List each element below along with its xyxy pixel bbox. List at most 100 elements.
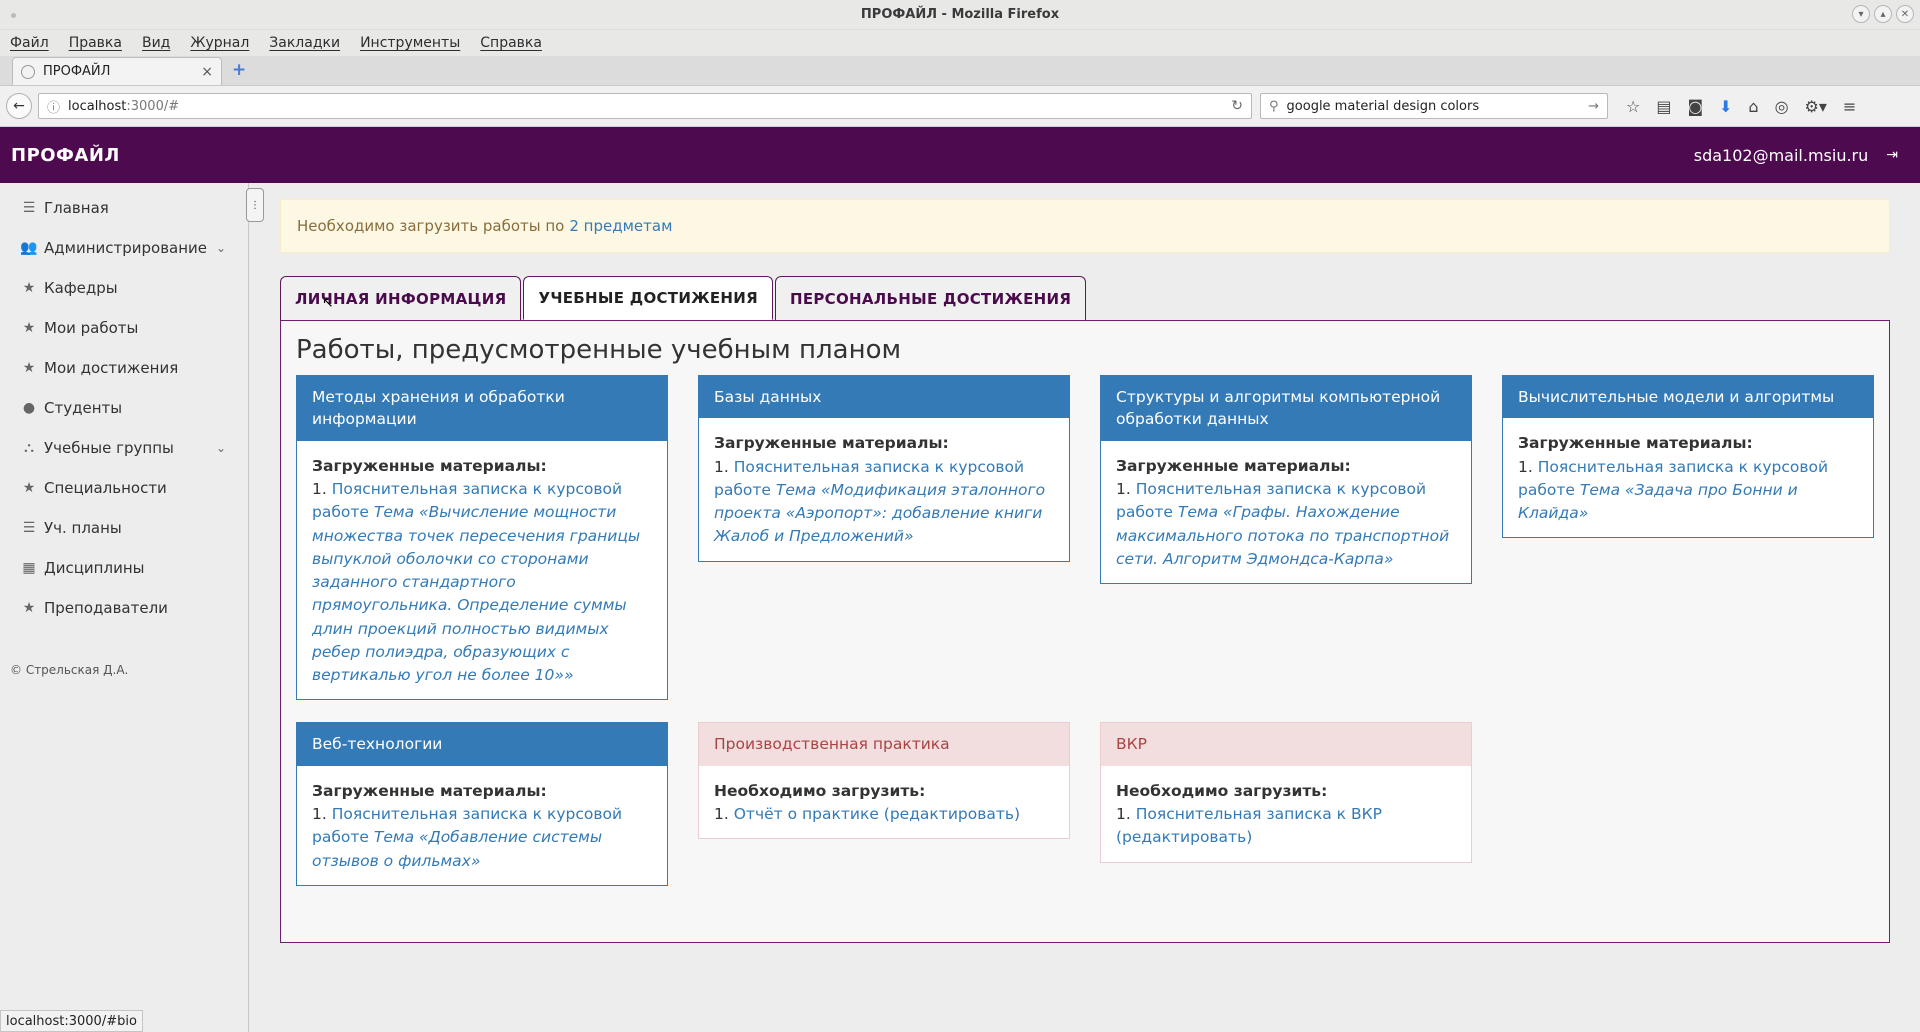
work-card: Веб-технологии Загруженные материалы: 1.…	[296, 722, 668, 886]
close-window-icon[interactable]: ✕	[1896, 5, 1914, 23]
reload-icon[interactable]: ↻	[1231, 98, 1243, 114]
sidebar-item-students[interactable]: ● Студенты	[0, 388, 248, 428]
reading-list-icon[interactable]: ▤	[1656, 97, 1671, 116]
extension-icon[interactable]: ⚙▾	[1805, 97, 1827, 116]
search-go-arrow-icon[interactable]: →	[1588, 99, 1599, 114]
menu-tools[interactable]: Инструменты	[360, 35, 460, 51]
bookmark-star-icon[interactable]: ☆	[1626, 97, 1640, 116]
logout-icon[interactable]: ⇥	[1886, 147, 1898, 163]
chevron-down-icon: ⌄	[215, 441, 226, 455]
status-bar: localhost:3000/#bio	[0, 1010, 143, 1032]
navigation-bar: ← ⓘ localhost:3000/# ↻ ⚲ google material…	[0, 86, 1920, 127]
sidebar-item-label: Дисциплины	[44, 559, 145, 577]
sidebar-item-disciplines[interactable]: ▦ Дисциплины	[0, 548, 248, 588]
menu-view[interactable]: Вид	[142, 35, 170, 51]
url-bar[interactable]: ⓘ localhost:3000/# ↻	[38, 93, 1252, 119]
work-card: Базы данных Загруженные материалы: 1. По…	[698, 375, 1070, 562]
url-host: localhost	[68, 98, 127, 114]
works-grid: Методы хранения и обработки информации З…	[296, 375, 1874, 886]
minimize-icon[interactable]: ▾	[1852, 5, 1870, 23]
tab-academic-achievements[interactable]: Учебные достижения	[523, 276, 773, 320]
maximize-icon[interactable]: ▴	[1874, 5, 1892, 23]
menu-bar: Файл Правка Вид Журнал Закладки Инструме…	[0, 30, 1920, 56]
work-card: Методы хранения и обработки информации З…	[296, 375, 668, 701]
tab-personal-info[interactable]: Личная информация	[280, 276, 522, 320]
pocket-icon[interactable]: ◙	[1687, 97, 1703, 116]
upload-link[interactable]: Пояснительная записка к ВКР (редактирова…	[1116, 805, 1382, 846]
download-arrow-icon[interactable]: ⬇	[1719, 97, 1732, 116]
sidebar-item-departments[interactable]: ★ Кафедры	[0, 268, 248, 308]
sidebar-item-specialties[interactable]: ★ Специальности	[0, 468, 248, 508]
search-icon: ⚲	[1269, 98, 1279, 114]
card-label: Загруженные материалы:	[312, 781, 547, 800]
menu-history[interactable]: Журнал	[190, 35, 249, 51]
menu-bookmarks[interactable]: Закладки	[269, 35, 340, 51]
sidebar-item-label: Специальности	[44, 479, 167, 497]
sidebar-item-label: Администрирование	[44, 239, 208, 257]
sidebar-item-my-achievements[interactable]: ★ Мои достижения	[0, 348, 248, 388]
card-title: Методы хранения и обработки информации	[297, 376, 667, 441]
card-label: Загруженные материалы:	[312, 456, 547, 475]
star-icon: ★	[22, 320, 36, 336]
profile-tabs: Личная информация Учебные достижения Пер…	[280, 276, 1890, 320]
tab-personal-achievements[interactable]: Персональные достижения	[774, 276, 1087, 320]
card-label: Загруженные материалы:	[714, 434, 949, 453]
back-arrow-icon[interactable]: ←	[6, 93, 32, 119]
grid-icon: ▦	[22, 560, 36, 576]
sidebar-item-teachers[interactable]: ★ Преподаватели	[0, 588, 248, 628]
browser-tab-title: ПРОФАЙЛ	[43, 64, 111, 79]
card-title: Вычислительные модели и алгоритмы	[1503, 376, 1873, 419]
hamburger-menu-icon[interactable]: ≡	[1843, 97, 1856, 116]
sidebar-item-label: Студенты	[44, 399, 123, 417]
window-controls: ▾ ▴ ✕	[1852, 5, 1914, 23]
window-title: ПРОФАЙЛ - Mozilla Firefox	[860, 7, 1060, 22]
alert-text: Необходимо загрузить работы по	[297, 217, 565, 235]
tab-panel: Работы, предусмотренные учебным планом М…	[280, 320, 1890, 943]
sidebar-item-administration[interactable]: 👥 Администрирование ⌄	[0, 228, 248, 268]
card-label: Необходимо загрузить:	[1116, 781, 1328, 800]
upload-link[interactable]: Отчёт о практике (редактировать)	[734, 805, 1020, 823]
menu-file[interactable]: Файл	[10, 35, 49, 51]
work-card-pending: Производственная практика Необходимо заг…	[698, 722, 1070, 840]
list-icon: ☰	[22, 200, 36, 216]
browser-tab-bar: ПРОФАЙЛ × +	[0, 56, 1920, 86]
sidebar-item-home[interactable]: ☰ Главная	[0, 188, 248, 228]
main-content: Необходимо загрузить работы по 2 предмет…	[280, 199, 1890, 943]
home-icon[interactable]: ⌂	[1748, 97, 1758, 116]
work-topic[interactable]: Тема «Вычисление мощности множества точе…	[312, 503, 640, 684]
card-title: ВКР	[1101, 723, 1471, 766]
list-icon: ☰	[22, 520, 36, 536]
new-tab-icon[interactable]: +	[232, 60, 246, 80]
info-icon[interactable]: ⓘ	[47, 97, 60, 116]
window-menu-dot[interactable]	[11, 13, 16, 18]
sidebar-collapse-handle[interactable]: ⋮	[246, 188, 264, 222]
card-label: Необходимо загрузить:	[714, 781, 926, 800]
search-input[interactable]: google material design colors	[1287, 99, 1581, 114]
user-email[interactable]: sda102@mail.msiu.ru	[1694, 146, 1869, 165]
alert-link[interactable]: 2 предметам	[569, 217, 672, 235]
browser-tab[interactable]: ПРОФАЙЛ ×	[12, 57, 222, 85]
sidebar-item-label: Преподаватели	[44, 599, 168, 617]
copyright: © Стрельская Д.А.	[10, 663, 129, 677]
item-number: 1.	[1116, 805, 1131, 824]
sidebar-item-my-works[interactable]: ★ Мои работы	[0, 308, 248, 348]
search-bar[interactable]: ⚲ google material design colors →	[1260, 93, 1608, 119]
sidebar-item-study-plans[interactable]: ☰ Уч. планы	[0, 508, 248, 548]
chevron-down-icon: ⌄	[215, 241, 226, 255]
chat-icon[interactable]: ◎	[1775, 97, 1789, 116]
sidebar-item-label: Мои работы	[44, 319, 139, 337]
card-title: Производственная практика	[699, 723, 1069, 766]
star-icon: ★	[22, 480, 36, 496]
sidebar: ☰ Главная 👥 Администрирование ⌄ ★ Кафедры ★ М…	[0, 183, 249, 1032]
upload-alert: Необходимо загрузить работы по 2 предмет…	[280, 199, 1890, 253]
menu-help[interactable]: Справка	[480, 35, 542, 51]
card-label: Загруженные материалы:	[1518, 434, 1753, 453]
tab-close-icon[interactable]: ×	[201, 64, 213, 80]
item-number: 1.	[312, 480, 327, 499]
sidebar-item-study-groups[interactable]: ⛬ Учебные группы ⌄	[0, 428, 248, 468]
sitemap-icon: ⛬	[24, 440, 34, 456]
menu-edit[interactable]: Правка	[69, 35, 122, 51]
work-card: Структуры и алгоритмы компьютерной обраб…	[1100, 375, 1472, 585]
url-path: :3000/#	[126, 98, 180, 114]
app-brand[interactable]: ПРОФАЙЛ	[11, 145, 120, 166]
